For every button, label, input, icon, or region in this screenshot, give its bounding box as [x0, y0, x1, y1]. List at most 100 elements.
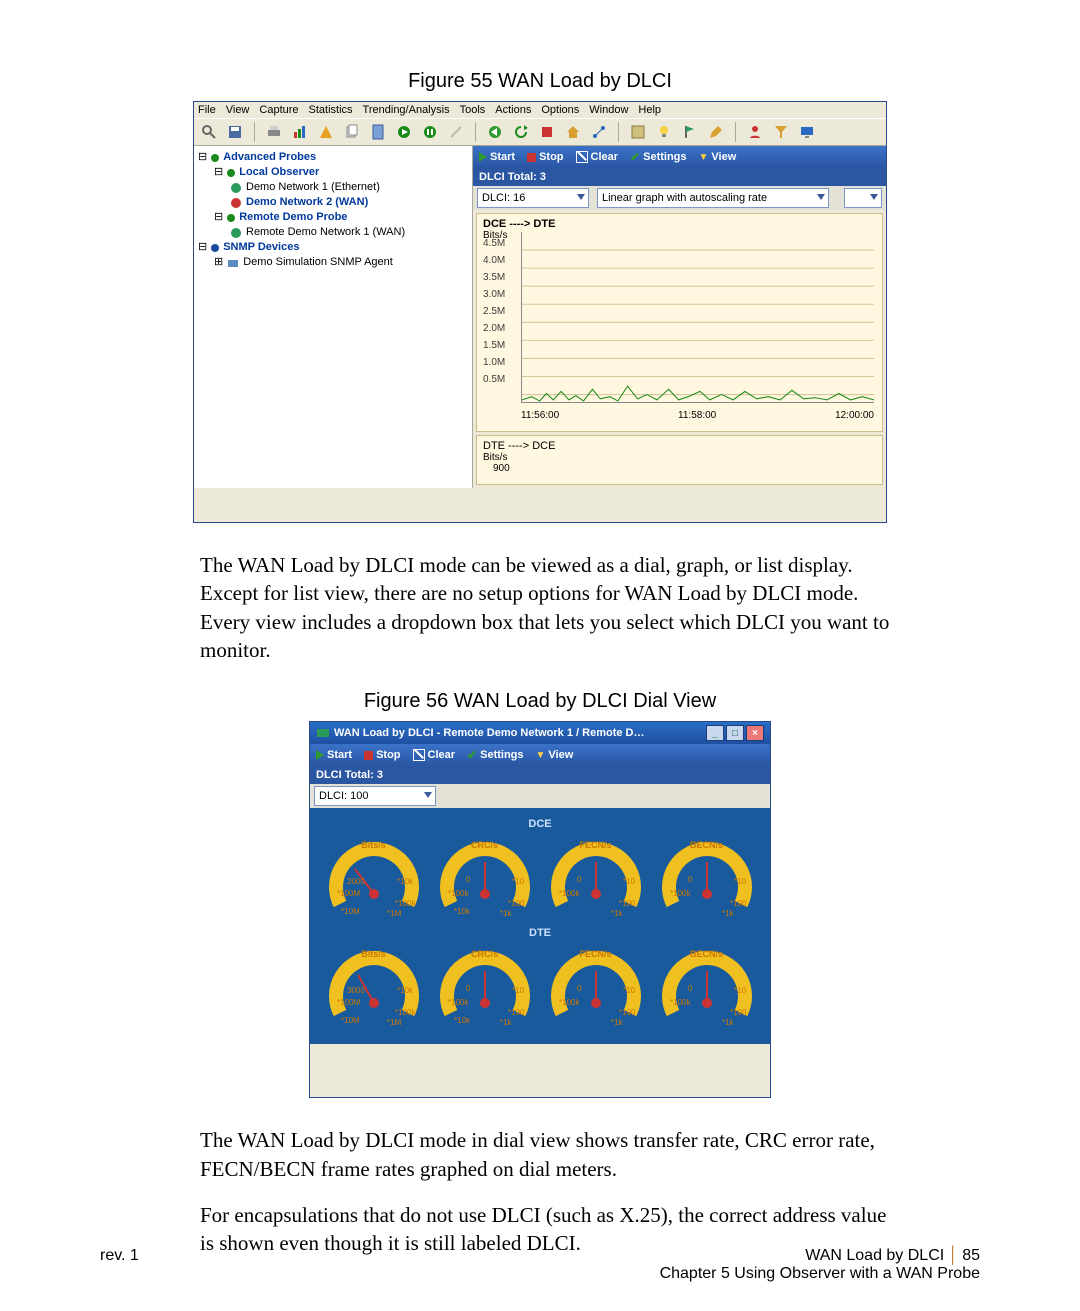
menu-file[interactable]: File	[198, 104, 216, 116]
dte-bits-gauge: Bits/s3000*100M*10k*100k*10M*1M	[325, 943, 423, 1028]
close-button[interactable]: ×	[746, 725, 764, 741]
toolbar-pause-icon[interactable]	[419, 122, 441, 142]
dte-to-dce-chart: DTE ----> DCE Bits/s 900	[476, 435, 883, 485]
dce-bits-gauge: Bits/s2000*100M*10k*100k*10M*1M	[325, 834, 423, 919]
win2-dlci-select[interactable]: DLCI: 100	[314, 786, 436, 806]
footer-right: WAN Load by DLCI│85 Chapter 5 Using Obse…	[139, 1247, 980, 1283]
probe-tree[interactable]: ⊟Advanced Probes ⊟Local Observer Demo Ne…	[194, 146, 473, 488]
toolbar-lightbulb-icon[interactable]	[653, 122, 675, 142]
tree-demo-net1[interactable]: Demo Network 1 (Ethernet)	[246, 180, 380, 195]
tree-snmp-agent[interactable]: Demo Simulation SNMP Agent	[243, 255, 393, 270]
menu-window[interactable]: Window	[589, 104, 628, 116]
svg-text:*1k: *1k	[500, 909, 513, 918]
svg-text:*10: *10	[734, 877, 747, 886]
toolbar-chart-icon[interactable]	[289, 122, 311, 142]
chart1-title: DCE ----> DTE	[483, 218, 876, 230]
toolbar-home-icon[interactable]	[562, 122, 584, 142]
tree-demo-net2[interactable]: Demo Network 2 (WAN)	[246, 195, 368, 210]
svg-text:0: 0	[688, 875, 693, 884]
menu-help[interactable]: Help	[638, 104, 661, 116]
tree-advanced-probes[interactable]: Advanced Probes	[223, 150, 316, 165]
menu-statistics[interactable]: Statistics	[309, 104, 353, 116]
chart2-title: DTE ----> DCE	[483, 440, 876, 452]
svg-text:0: 0	[577, 875, 582, 884]
toolbar-flag-icon[interactable]	[679, 122, 701, 142]
svg-text:*10k: *10k	[397, 877, 414, 886]
win2-action-bar: Start Stop Clear ✔Settings ▼View	[310, 744, 770, 766]
svg-text:*100: *100	[730, 1008, 747, 1017]
win2-dlci-row: DLCI: 100	[310, 784, 770, 808]
maximize-button[interactable]: □	[726, 725, 744, 741]
start-button[interactable]: Start	[479, 151, 515, 163]
svg-text:*10M: *10M	[341, 907, 360, 916]
dce-becn-gauge: BECN/s0*100k*10*100*1k	[658, 834, 756, 919]
tree-snmp-devices[interactable]: SNMP Devices	[223, 240, 299, 255]
tree-local-observer[interactable]: Local Observer	[239, 165, 319, 180]
footer-rev: rev. 1	[100, 1247, 139, 1283]
graph-type-select[interactable]: Linear graph with autoscaling rate	[597, 188, 829, 208]
menu-tools[interactable]: Tools	[460, 104, 486, 116]
svg-text:*10: *10	[623, 877, 636, 886]
menu-actions[interactable]: Actions	[495, 104, 531, 116]
svg-text:*100M: *100M	[337, 998, 360, 1007]
toolbar-book-icon[interactable]	[627, 122, 649, 142]
chart2-units: Bits/s	[483, 452, 876, 463]
dlci-select[interactable]: DLCI: 16	[477, 188, 589, 208]
toolbar-person-icon[interactable]	[744, 122, 766, 142]
dte-section-label: DTE	[318, 927, 762, 939]
svg-text:*100k: *100k	[670, 998, 691, 1007]
toolbar-doc-icon[interactable]	[367, 122, 389, 142]
dce-to-dte-chart: DCE ----> DTE Bits/s 4.5M4.0M3.5M 3.0M2.…	[476, 213, 883, 432]
extra-select[interactable]	[844, 188, 882, 208]
win2-clear-button[interactable]: Clear	[413, 749, 456, 761]
win2-titlebar: WAN Load by DLCI - Remote Demo Network 1…	[310, 722, 770, 744]
tree-remote-net1[interactable]: Remote Demo Network 1 (WAN)	[246, 225, 405, 240]
view-button[interactable]: ▼View	[699, 151, 737, 163]
svg-text:*1k: *1k	[611, 909, 624, 918]
svg-text:*100: *100	[619, 1008, 636, 1017]
toolbar-save-icon[interactable]	[224, 122, 246, 142]
toolbar-rec-icon[interactable]	[393, 122, 415, 142]
toolbar-warn-icon[interactable]	[315, 122, 337, 142]
toolbar-back-icon[interactable]	[484, 122, 506, 142]
dce-crc-gauge: CRC/s0*100k*10*100*10k*1k	[436, 834, 534, 919]
menu-view[interactable]: View	[226, 104, 250, 116]
menu-options[interactable]: Options	[541, 104, 579, 116]
menu-trending[interactable]: Trending/Analysis	[363, 104, 450, 116]
menu-capture[interactable]: Capture	[259, 104, 298, 116]
svg-text:*1k: *1k	[611, 1018, 624, 1027]
figure56-caption: Figure 56 WAN Load by DLCI Dial View	[100, 690, 980, 713]
toolbar-net-icon[interactable]	[588, 122, 610, 142]
dlci-selector-row: DLCI: 16 Linear graph with autoscaling r…	[473, 186, 886, 210]
dce-section-label: DCE	[318, 818, 762, 830]
win2-start-button[interactable]: Start	[316, 749, 352, 761]
svg-text:0: 0	[688, 984, 693, 993]
toolbar-monitor-icon[interactable]	[796, 122, 818, 142]
menubar: File View Capture Statistics Trending/An…	[194, 102, 886, 118]
toolbar-wand-icon[interactable]	[445, 122, 467, 142]
settings-button[interactable]: ✔Settings	[630, 150, 686, 164]
paragraph-1: The WAN Load by DLCI mode can be viewed …	[200, 551, 900, 664]
svg-text:*100k: *100k	[395, 1008, 416, 1017]
stop-button[interactable]: Stop	[527, 151, 563, 163]
tree-remote-probe[interactable]: Remote Demo Probe	[239, 210, 347, 225]
svg-text:*1k: *1k	[500, 1018, 513, 1027]
dlci-dial-window: WAN Load by DLCI - Remote Demo Network 1…	[309, 721, 771, 1098]
toolbar-funnel-icon[interactable]	[770, 122, 792, 142]
win2-stop-button[interactable]: Stop	[364, 749, 400, 761]
toolbar-refresh-icon[interactable]	[510, 122, 532, 142]
toolbar-stop-icon[interactable]	[536, 122, 558, 142]
svg-text:*100k: *100k	[448, 998, 469, 1007]
win2-settings-button[interactable]: ✔Settings	[467, 748, 523, 762]
svg-text:*100M: *100M	[337, 889, 360, 898]
toolbar-copy-icon[interactable]	[341, 122, 363, 142]
win2-view-button[interactable]: ▼View	[536, 749, 574, 761]
svg-text:*100: *100	[508, 1008, 525, 1017]
dte-fecn-gauge: FECN/s0*100k*10*100*1k	[547, 943, 645, 1028]
toolbar-search-icon[interactable]	[198, 122, 220, 142]
toolbar-pencil-icon[interactable]	[705, 122, 727, 142]
svg-text:*10k: *10k	[397, 986, 414, 995]
toolbar-printer-icon[interactable]	[263, 122, 285, 142]
minimize-button[interactable]: _	[706, 725, 724, 741]
clear-button[interactable]: Clear	[576, 151, 619, 163]
